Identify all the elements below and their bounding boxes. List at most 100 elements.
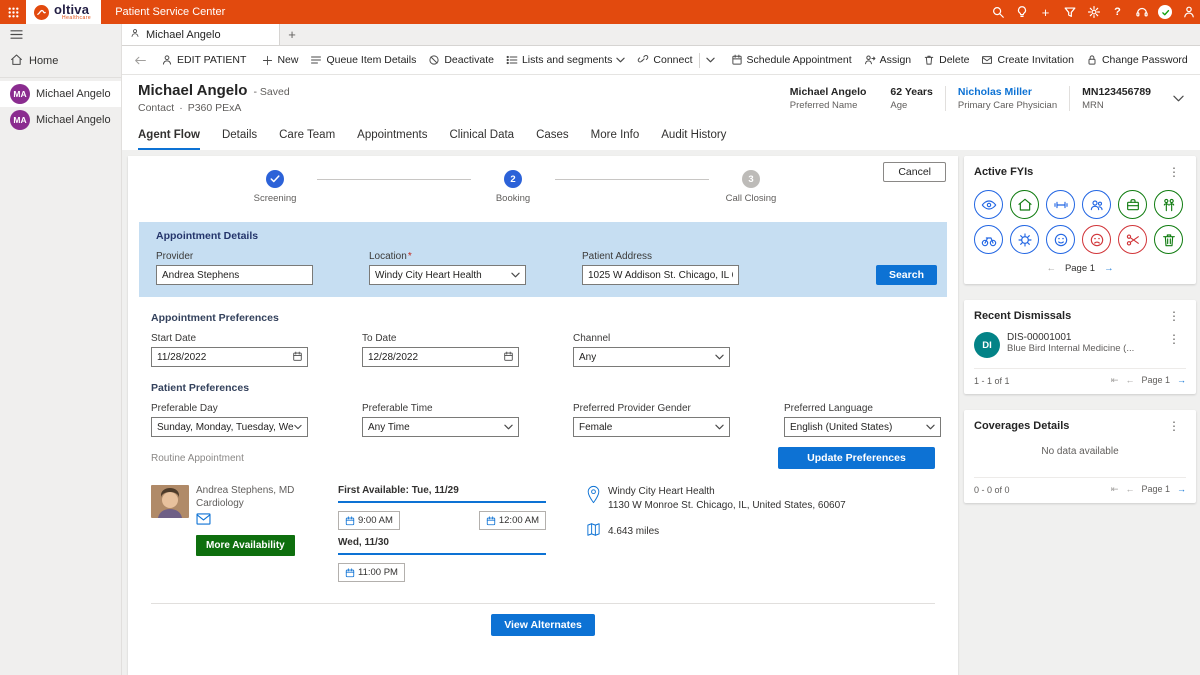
sidebar-item-home[interactable]: Home [0, 48, 121, 74]
quick-create-plus-icon[interactable]: + [1038, 5, 1053, 20]
preferable-time-select[interactable]: Any Time [362, 417, 519, 437]
more-options-icon[interactable]: ⋮ [1162, 165, 1186, 179]
time-slot-button[interactable]: 9:00 AM [338, 511, 400, 530]
delete-button[interactable]: Delete [917, 46, 975, 74]
more-options-icon[interactable]: ⋮ [1162, 309, 1186, 323]
app-launcher-waffle-icon[interactable] [0, 0, 26, 24]
assign-button[interactable]: Assign [858, 46, 918, 74]
recent-dismissals-card: Recent Dismissals ⋮ DI DIS-00001001 Blue… [964, 300, 1196, 394]
sitemap-menu-icon[interactable] [10, 29, 23, 43]
search-icon[interactable] [990, 5, 1005, 20]
required-marker: * [408, 251, 412, 262]
facility-address: 1130 W Monroe St. Chicago, IL, United St… [608, 499, 846, 513]
appointment-details-section: Appointment Details Provider Location* W… [139, 222, 947, 297]
calendar-icon [503, 351, 514, 362]
lists-and-segments-button[interactable]: Lists and segments [500, 46, 631, 74]
infection-icon[interactable] [1010, 225, 1039, 254]
channel-select[interactable]: Any [573, 347, 730, 367]
step-screening[interactable]: Screening [233, 170, 317, 204]
change-password-button[interactable]: Change Password [1080, 46, 1194, 74]
patient-address-input[interactable] [582, 265, 739, 285]
allergy-icon[interactable] [1082, 225, 1111, 254]
step-booking[interactable]: 2 Booking [471, 170, 555, 204]
next-page-icon[interactable]: → [1177, 375, 1186, 385]
back-button[interactable] [126, 46, 155, 74]
new-button[interactable]: New [256, 46, 304, 74]
occupation-icon[interactable] [1118, 190, 1147, 219]
cancel-button[interactable]: Cancel [883, 162, 946, 182]
connect-button[interactable]: Connect [631, 46, 720, 74]
dismissal-list-item[interactable]: DI DIS-00001001 Blue Bird Internal Medic… [974, 332, 1186, 358]
view-alternates-button[interactable]: View Alternates [491, 614, 595, 636]
update-preferences-button[interactable]: Update Preferences [778, 447, 935, 469]
schedule-appointment-button[interactable]: Schedule Appointment [725, 46, 858, 74]
time-slot-button[interactable]: 12:00 AM [479, 511, 546, 530]
preferred-language-select[interactable]: English (United States) [784, 417, 941, 437]
fitness-icon[interactable] [1046, 190, 1075, 219]
first-page-icon[interactable]: ⇤ [1111, 375, 1119, 385]
tab-audit-history[interactable]: Audit History [661, 129, 726, 150]
time-slot-button[interactable]: 11:00 PM [338, 563, 405, 582]
session-tab-active[interactable]: Michael Angelo [122, 24, 280, 45]
more-availability-button[interactable]: More Availability [196, 535, 295, 556]
dismissal-id[interactable]: DIS-00001001 [1007, 332, 1155, 343]
to-date-input[interactable] [362, 347, 519, 367]
next-page-icon[interactable]: → [1177, 484, 1186, 494]
filter-icon[interactable] [1062, 5, 1077, 20]
create-invitation-button[interactable]: Create Invitation [975, 46, 1079, 74]
tab-details[interactable]: Details [222, 129, 257, 150]
disposal-icon[interactable] [1154, 225, 1183, 254]
step-call-closing[interactable]: 3 Call Closing [709, 170, 793, 204]
sidebar-item-patient-1[interactable]: MA Michael Angelo [0, 81, 121, 107]
headset-icon[interactable] [1134, 5, 1149, 20]
header-expand-chevron-icon[interactable] [1163, 91, 1186, 105]
help-icon[interactable]: ? [1110, 5, 1125, 20]
behavioral-health-icon[interactable] [1046, 225, 1075, 254]
first-page-icon[interactable]: ⇤ [1111, 484, 1119, 494]
tab-care-team[interactable]: Care Team [279, 129, 335, 150]
queue-item-details-button[interactable]: Queue Item Details [304, 46, 422, 74]
pcp-link[interactable]: Nicholas Miller [958, 86, 1032, 98]
lightbulb-icon[interactable] [1014, 5, 1029, 20]
brand-logo[interactable]: oltiva Healthcare [26, 0, 101, 24]
account-person-icon[interactable] [1181, 5, 1196, 20]
presence-check-avatar[interactable] [1158, 5, 1172, 19]
activity-icon[interactable] [974, 225, 1003, 254]
sidebar-divider [0, 77, 121, 78]
preferable-day-select[interactable]: Sunday, Monday, Tuesday, Wedn... [151, 417, 308, 437]
previous-page-icon[interactable]: ← [1125, 484, 1134, 494]
previous-page-icon[interactable]: ← [1046, 263, 1056, 274]
dismissal-subtitle: Blue Bird Internal Medicine (... [1007, 343, 1155, 354]
edit-patient-button[interactable]: EDIT PATIENT [155, 46, 252, 74]
row-options-icon[interactable]: ⋮ [1162, 332, 1186, 346]
new-session-plus-icon[interactable]: + [280, 24, 304, 45]
tab-appointments[interactable]: Appointments [357, 129, 427, 150]
deactivate-button[interactable]: Deactivate [422, 46, 500, 74]
provider-result-row: Andrea Stephens, MD Cardiology More Avai… [128, 469, 958, 589]
topbar-actions: + ? [990, 5, 1200, 20]
first-available-heading: First Available: Tue, 11/29 [338, 485, 586, 496]
email-envelope-icon[interactable] [196, 513, 294, 528]
tab-cases[interactable]: Cases [536, 129, 569, 150]
command-overflow-icon[interactable]: ⋮ [1194, 53, 1200, 67]
tab-clinical-data[interactable]: Clinical Data [450, 129, 515, 150]
family-icon[interactable] [1154, 190, 1183, 219]
more-options-icon[interactable]: ⋮ [1162, 419, 1186, 433]
procedure-icon[interactable] [1118, 225, 1147, 254]
search-button[interactable]: Search [876, 265, 937, 285]
care-group-icon[interactable] [1082, 190, 1111, 219]
previous-page-icon[interactable]: ← [1125, 375, 1134, 385]
tab-more-info[interactable]: More Info [591, 129, 640, 150]
next-page-icon[interactable]: → [1104, 263, 1114, 274]
form-selector[interactable]: P360 PExA [188, 102, 242, 114]
location-select[interactable]: Windy City Heart Health [369, 265, 526, 285]
home-care-icon[interactable] [1010, 190, 1039, 219]
start-date-input[interactable] [151, 347, 308, 367]
sidebar-item-patient-2[interactable]: MA Michael Angelo [0, 107, 121, 133]
vision-icon[interactable] [974, 190, 1003, 219]
chevron-down-icon [504, 424, 513, 430]
provider-gender-select[interactable]: Female [573, 417, 730, 437]
settings-gear-icon[interactable] [1086, 5, 1101, 20]
provider-input[interactable] [156, 265, 313, 285]
tab-agent-flow[interactable]: Agent Flow [138, 129, 200, 150]
